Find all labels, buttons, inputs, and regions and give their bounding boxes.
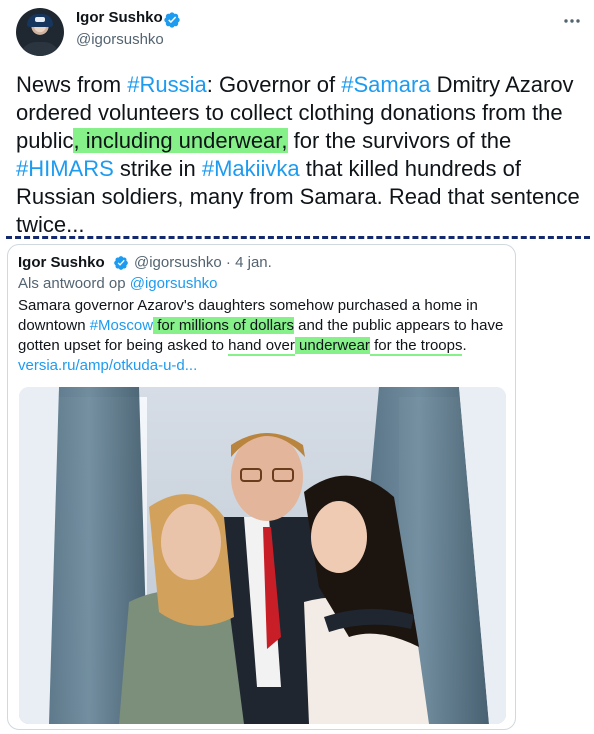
verified-badge-icon (164, 12, 180, 28)
more-options-icon[interactable] (562, 11, 582, 31)
hashtag-link[interactable]: #Russia (127, 72, 206, 97)
external-link[interactable]: versia.ru/amp/otkuda-u-d... (18, 357, 197, 374)
quoted-author-name[interactable]: Igor Sushko (18, 254, 105, 271)
dashed-separator (6, 236, 590, 239)
author-avatar[interactable] (16, 8, 64, 56)
hashtag-link[interactable]: #Samara (341, 72, 430, 97)
media-photo[interactable] (19, 387, 506, 724)
hashtag-link[interactable]: #Makiivka (202, 156, 300, 181)
quoted-tweet-text: Samara governor Azarov's daughters someh… (18, 297, 504, 374)
highlighted-phrase: for millions of dollars (153, 317, 294, 334)
quoted-handle-date[interactable]: @igorsushko · 4 jan. (134, 254, 272, 271)
mention-link[interactable]: @igorsushko (130, 275, 218, 292)
hashtag-link[interactable]: #Moscow (90, 317, 153, 334)
highlighted-phrase: underwear (294, 337, 370, 354)
underlined-phrase: hand over (228, 337, 295, 356)
quoted-tweet[interactable]: Igor Sushko @igorsushko · 4 jan. Als ant… (7, 244, 516, 730)
author-name[interactable]: Igor Sushko (76, 9, 163, 26)
main-tweet[interactable]: Igor Sushko @igorsushko News from #Russi… (0, 0, 594, 240)
reply-context: Als antwoord op @igorsushko (18, 275, 218, 292)
highlighted-phrase: , including underwear, (73, 128, 288, 153)
hashtag-link[interactable]: #HIMARS (16, 156, 114, 181)
underlined-phrase: for the troops (369, 337, 463, 356)
tweet-text: News from #Russia: Governor of #Samara D… (16, 72, 580, 237)
author-handle[interactable]: @igorsushko (76, 31, 164, 48)
verified-badge-icon (114, 256, 128, 270)
